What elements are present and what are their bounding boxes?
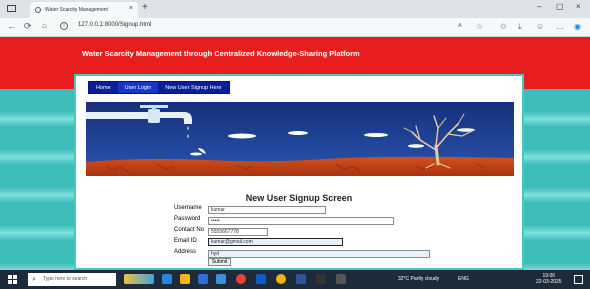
taskbar: ⌕ Type here to search 32°C Partly cloudy… — [0, 270, 590, 289]
minimize-button[interactable]: – — [537, 2, 541, 11]
nav-new-user-signup[interactable]: New User Signup Here — [158, 82, 228, 93]
terminal-app-icon[interactable] — [316, 274, 326, 284]
close-window-button[interactable]: × — [576, 2, 581, 11]
language-indicator[interactable]: ENG — [458, 276, 469, 282]
word-app-icon[interactable] — [296, 274, 306, 284]
file-explorer-icon[interactable] — [180, 274, 190, 284]
chrome-app-icon[interactable] — [236, 274, 246, 284]
taskbar-search[interactable]: ⌕ Type here to search — [28, 273, 116, 286]
address-input[interactable]: hyd — [208, 250, 430, 258]
mail-app-icon[interactable] — [216, 274, 226, 284]
banner-image — [86, 102, 514, 176]
address-label: Address — [174, 249, 197, 255]
contact-label: Contact No — [174, 227, 205, 233]
app-icon-yellow[interactable] — [276, 274, 286, 284]
window-menu-icon[interactable] — [7, 5, 16, 12]
password-label: Password — [174, 216, 201, 222]
home-icon[interactable]: ⌂ — [42, 21, 47, 30]
url-field[interactable]: 127.0.0.1:8000/Signup.html — [78, 22, 151, 28]
store-app-icon[interactable] — [198, 274, 208, 284]
download-icon[interactable]: ⤓ — [518, 22, 522, 32]
content-panel: Home User Login New User Signup Here New… — [74, 74, 524, 270]
app-icon-gray[interactable] — [336, 274, 346, 284]
refresh-icon[interactable]: ⟳ — [24, 21, 32, 32]
new-tab-button[interactable]: + — [142, 2, 148, 13]
windows-start-icon[interactable] — [8, 275, 17, 284]
email-input[interactable]: kumar@gmail.com — [208, 238, 343, 246]
username-input[interactable]: kumar — [208, 206, 326, 214]
notification-icon[interactable] — [574, 275, 583, 284]
address-bar: ← ⟳ ⌂ i 127.0.0.1:8000/Signup.html ᴬ ☆ ✩… — [0, 18, 590, 37]
collections-icon[interactable]: ✩ — [500, 22, 507, 31]
form-title: New User Signup Screen — [245, 193, 353, 203]
read-aloud-icon[interactable]: ᴬ — [458, 22, 462, 31]
username-label: Username — [174, 205, 202, 211]
taskbar-clock[interactable]: 19:06 22-03-2025 — [536, 273, 562, 285]
clock-date: 22-03-2025 — [536, 279, 562, 285]
site-title: Water Scarcity Management through Centra… — [82, 49, 360, 58]
back-arrow-icon[interactable]: ← — [7, 21, 16, 31]
nav-user-login[interactable]: User Login — [117, 82, 159, 93]
vscode-app-icon[interactable] — [256, 274, 266, 284]
search-icon: ⌕ — [32, 276, 36, 283]
favorite-star-icon[interactable]: ☆ — [476, 22, 483, 31]
browser-tab-bar: Water Scarcity Management × + – ▢ × — [0, 0, 590, 18]
password-input[interactable]: ••••• — [208, 217, 394, 225]
tab-title: Water Scarcity Management — [45, 7, 108, 13]
more-menu-icon[interactable]: … — [556, 22, 564, 31]
profile-icon[interactable]: ☺ — [536, 22, 544, 31]
taskbar-search-placeholder: Type here to search — [43, 276, 88, 282]
news-widget-icon[interactable] — [124, 274, 154, 284]
maximize-button[interactable]: ▢ — [556, 2, 564, 11]
edge-copilot-icon[interactable]: ◉ — [574, 22, 581, 31]
globe-icon — [35, 7, 41, 13]
info-icon[interactable]: i — [60, 22, 68, 30]
web-page: Water Scarcity Management through Centra… — [0, 37, 590, 270]
nav-home[interactable]: Home — [89, 82, 118, 93]
browser-tab[interactable]: Water Scarcity Management × — [30, 2, 138, 18]
weather-widget[interactable]: 32°C Partly cloudy — [398, 276, 439, 282]
nav-bar: Home User Login New User Signup Here — [88, 81, 230, 94]
tab-close-button[interactable]: × — [129, 5, 133, 12]
edge-app-icon[interactable] — [162, 274, 172, 284]
submit-button[interactable]: Submit — [208, 258, 231, 266]
contact-input[interactable]: 5555667778 — [208, 228, 268, 236]
email-label: Email ID — [174, 238, 197, 244]
